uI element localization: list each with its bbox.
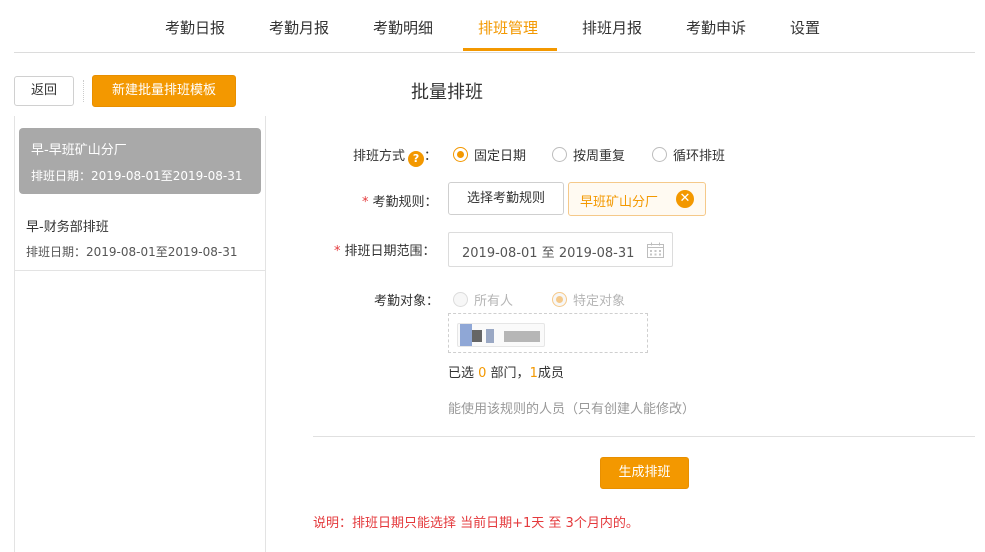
radio-label: 循环排班 xyxy=(673,149,726,164)
rule-users-hint: 能使用该规则的人员（只有创建人能修改） xyxy=(448,402,696,417)
redacted-block xyxy=(472,330,482,342)
redacted-block xyxy=(486,329,494,343)
tab-daily-report[interactable]: 考勤日报 xyxy=(165,17,225,38)
redacted-block xyxy=(504,331,540,342)
selected-count-text: 已选 0 部门，1成员 xyxy=(448,362,564,381)
required-mark: * xyxy=(334,244,341,259)
member-chip-redacted[interactable] xyxy=(457,323,545,347)
radio-circle xyxy=(652,147,667,162)
required-mark: * xyxy=(362,195,369,210)
generate-schedule-button[interactable]: 生成排班 xyxy=(600,457,689,489)
radio-circle xyxy=(453,147,468,162)
new-batch-template-button[interactable]: 新建批量排班模板 xyxy=(92,75,236,107)
tab-attendance-detail[interactable]: 考勤明细 xyxy=(373,17,433,38)
member-suffix: 成员 xyxy=(537,366,564,381)
selected-prefix: 已选 xyxy=(448,366,479,381)
radio-circle xyxy=(552,147,567,162)
radio-everyone[interactable]: 所有人 xyxy=(453,290,513,309)
schedule-mode-colon: ： xyxy=(424,149,438,164)
radio-label: 按周重复 xyxy=(573,149,626,164)
template-list: 早-早班矿山分厂 排班日期：2019-08-01至2019-08-31 早-财务… xyxy=(14,116,266,552)
radio-cyclic-schedule[interactable]: 循环排班 xyxy=(652,145,725,164)
radio-label: 所有人 xyxy=(474,294,514,309)
page-title: 批量排班 xyxy=(411,82,483,103)
toolbar-separator xyxy=(83,80,84,102)
template-item[interactable]: 早-财务部排班 排班日期：2019-08-01至2019-08-31 xyxy=(19,212,261,268)
help-icon[interactable]: ? xyxy=(408,151,425,167)
department-suffix: 部门， xyxy=(486,366,530,381)
member-count: 1 xyxy=(529,366,538,381)
radio-circle xyxy=(552,292,567,307)
top-navigation: 考勤日报 考勤月报 考勤明细 排班管理 排班月报 考勤申诉 设置 xyxy=(14,0,975,53)
template-dates: 排班日期：2019-08-01至2019-08-31 xyxy=(26,245,238,259)
selected-rule-tag: 早班矿山分厂 ✕ xyxy=(568,182,706,216)
radio-label: 特定对象 xyxy=(573,294,626,309)
radio-fixed-date[interactable]: 固定日期 xyxy=(453,145,526,164)
attendance-rule-label-text: 考勤规则： xyxy=(372,195,438,210)
choose-attendance-rule-button[interactable]: 选择考勤规则 xyxy=(448,182,564,215)
tab-attendance-appeal[interactable]: 考勤申诉 xyxy=(686,17,746,38)
redacted-block xyxy=(460,324,472,346)
form-divider xyxy=(313,436,975,437)
selected-targets-box[interactable] xyxy=(448,313,648,353)
back-button[interactable]: 返回 xyxy=(14,76,74,106)
attendance-target-label: 考勤对象： xyxy=(374,294,440,309)
tab-schedule-management[interactable]: 排班管理 xyxy=(478,17,538,38)
date-range-label: * 排班日期范围： xyxy=(334,240,436,259)
date-range-note: 说明：排班日期只能选择 当前日期+1天 至 3个月内的。 xyxy=(313,516,639,531)
attendance-rule-label: * 考勤规则： xyxy=(362,191,438,210)
list-divider xyxy=(15,270,265,271)
template-item-selected[interactable]: 早-早班矿山分厂 排班日期：2019-08-01至2019-08-31 xyxy=(19,128,261,194)
template-name: 早-财务部排班 xyxy=(26,220,109,235)
date-range-value: 2019-08-01 至 2019-08-31 xyxy=(462,246,635,261)
remove-rule-close-icon[interactable]: ✕ xyxy=(676,190,694,208)
schedule-mode-label-text: 排班方式 xyxy=(353,149,406,164)
schedule-mode-label: 排班方式?： xyxy=(353,145,437,167)
radio-weekly-repeat[interactable]: 按周重复 xyxy=(552,145,625,164)
radio-circle xyxy=(453,292,468,307)
selected-rule-name: 早班矿山分厂 xyxy=(580,195,659,210)
tab-monthly-report[interactable]: 考勤月报 xyxy=(269,17,329,38)
date-range-picker[interactable]: 2019-08-01 至 2019-08-31 xyxy=(448,232,673,267)
template-dates: 排班日期：2019-08-01至2019-08-31 xyxy=(31,169,243,183)
radio-label: 固定日期 xyxy=(474,149,527,164)
date-range-label-text: 排班日期范围： xyxy=(344,244,436,259)
template-name: 早-早班矿山分厂 xyxy=(31,143,127,158)
radio-specific-target[interactable]: 特定对象 xyxy=(552,290,625,309)
calendar-icon xyxy=(647,242,664,258)
tab-schedule-monthly-report[interactable]: 排班月报 xyxy=(582,17,642,38)
active-tab-underline xyxy=(463,48,557,51)
tab-settings[interactable]: 设置 xyxy=(790,17,820,38)
